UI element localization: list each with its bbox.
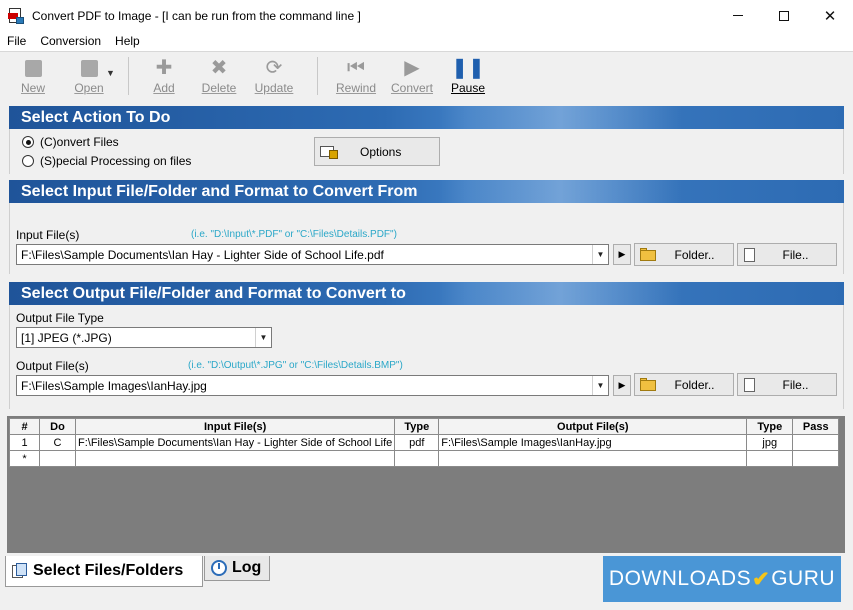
radio-button[interactable] xyxy=(22,136,34,148)
col-header-do[interactable]: Do xyxy=(39,418,76,435)
menu-help[interactable]: Help xyxy=(108,34,147,48)
cell-pass[interactable] xyxy=(792,434,840,451)
window-title: Convert PDF to Image - [I can be run fro… xyxy=(32,8,361,23)
radio-special-processing[interactable]: (S)pecial Processing on files xyxy=(22,154,191,168)
options-button[interactable]: Options xyxy=(314,137,440,166)
delete-button[interactable]: ✖ Delete xyxy=(194,52,244,95)
open-icon xyxy=(79,58,99,78)
maximize-button[interactable] xyxy=(761,0,807,31)
plus-icon: ✚ xyxy=(155,57,173,79)
cell-input-type[interactable]: pdf xyxy=(394,434,440,451)
radio-button[interactable] xyxy=(22,155,34,167)
play-icon: ▶ xyxy=(404,57,420,79)
tab-select-files-folders[interactable]: Select Files/Folders xyxy=(5,556,203,587)
convert-button[interactable]: ▶ Convert xyxy=(384,52,440,95)
cell-output-type[interactable]: jpg xyxy=(746,434,794,451)
folder-icon xyxy=(640,248,656,261)
play-icon: ▶ xyxy=(618,380,626,390)
cell-do[interactable] xyxy=(39,450,76,467)
menu-file[interactable]: File xyxy=(0,34,33,48)
delete-icon: ✖ xyxy=(210,57,228,79)
col-header-pass[interactable]: Pass xyxy=(792,418,840,435)
cell-number[interactable]: * xyxy=(9,450,40,467)
output-file-combo[interactable]: F:\Files\Sample Images\IanHay.jpg ▼ xyxy=(16,375,609,396)
menu-bar: File Conversion Help xyxy=(0,31,853,51)
input-panel: Input File(s) (i.e. "D:\Input\*.PDF" or … xyxy=(9,203,844,274)
input-file-combo[interactable]: F:\Files\Sample Documents\Ian Hay - Ligh… xyxy=(16,244,609,265)
cell-input[interactable] xyxy=(74,450,396,467)
clock-icon xyxy=(211,560,227,576)
new-button[interactable]: New xyxy=(8,52,58,95)
cell-output[interactable]: F:\Files\Sample Images\IanHay.jpg xyxy=(438,434,748,451)
col-header-input[interactable]: Input File(s) xyxy=(74,418,396,435)
cell-input-type[interactable] xyxy=(394,450,440,467)
rewind-button[interactable]: ⏮ Rewind xyxy=(328,52,384,95)
grid-header-row: # Do Input File(s) Type Output File(s) T… xyxy=(9,418,840,435)
toolbar: New Open ▼ ✚ Add ✖ Delete ⟳ Update ⏮ Rew… xyxy=(0,51,853,101)
output-go-button[interactable]: ▶ xyxy=(613,375,631,396)
pause-button[interactable]: ❚❚ Pause xyxy=(440,52,496,95)
output-files-label: Output File(s) xyxy=(16,359,89,373)
minimize-button[interactable] xyxy=(715,0,761,31)
menu-conversion[interactable]: Conversion xyxy=(33,34,108,48)
chevron-down-icon[interactable]: ▼ xyxy=(592,245,608,264)
radio-convert-files[interactable]: (C)onvert Files xyxy=(22,135,119,149)
cell-do[interactable]: C xyxy=(39,434,76,451)
output-folder-button[interactable]: Folder.. xyxy=(634,373,734,396)
input-go-button[interactable]: ▶ xyxy=(613,244,631,265)
action-panel: (C)onvert Files (S)pecial Processing on … xyxy=(9,129,844,174)
section-header-input: Select Input File/Folder and Format to C… xyxy=(9,180,844,203)
cell-pass[interactable] xyxy=(792,450,840,467)
input-hint: (i.e. "D:\Input\*.PDF" or "C:\Files\Deta… xyxy=(191,229,397,240)
input-files-label: Input File(s) xyxy=(16,228,80,242)
downloads-guru-watermark: DOWNLOADS ✔ GURU xyxy=(603,556,841,602)
table-row-new[interactable]: * xyxy=(9,450,840,467)
play-icon: ▶ xyxy=(618,249,626,259)
refresh-icon: ⟳ xyxy=(265,57,283,79)
col-header-number[interactable]: # xyxy=(9,418,40,435)
section-header-action: Select Action To Do xyxy=(9,106,844,129)
output-type-select[interactable]: [1] JPEG (*.JPG) ▼ xyxy=(16,327,272,348)
pause-icon: ❚❚ xyxy=(451,57,485,79)
add-button[interactable]: ✚ Add xyxy=(139,52,189,95)
folder-icon xyxy=(640,378,656,391)
cell-output-type[interactable] xyxy=(746,450,794,467)
output-panel: Output File Type [1] JPEG (*.JPG) ▼ Outp… xyxy=(9,305,844,409)
table-row[interactable]: 1 C F:\Files\Sample Documents\Ian Hay - … xyxy=(9,434,840,451)
new-icon xyxy=(23,58,43,78)
file-icon xyxy=(744,247,755,262)
chevron-down-icon[interactable]: ▼ xyxy=(255,328,271,347)
options-icon xyxy=(320,144,340,160)
title-bar: Convert PDF to Image - [I can be run fro… xyxy=(0,0,853,31)
toolbar-separator xyxy=(128,57,129,95)
file-grid-area[interactable]: # Do Input File(s) Type Output File(s) T… xyxy=(7,416,845,553)
toolbar-separator xyxy=(317,57,318,95)
output-file-button[interactable]: File.. xyxy=(737,373,837,396)
cell-output[interactable] xyxy=(438,450,748,467)
app-icon xyxy=(8,7,24,24)
output-type-label: Output File Type xyxy=(16,311,104,325)
close-button[interactable]: ✕ xyxy=(807,0,853,31)
file-grid[interactable]: # Do Input File(s) Type Output File(s) T… xyxy=(9,418,840,467)
update-button[interactable]: ⟳ Update xyxy=(249,52,299,95)
chevron-down-icon[interactable]: ▼ xyxy=(592,376,608,395)
open-dropdown-arrow[interactable]: ▼ xyxy=(106,68,118,78)
pages-icon xyxy=(12,563,28,579)
input-file-button[interactable]: File.. xyxy=(737,243,837,266)
input-folder-button[interactable]: Folder.. xyxy=(634,243,734,266)
download-check-icon: ✔ xyxy=(752,567,771,591)
tab-log[interactable]: Log xyxy=(204,556,270,581)
cell-input[interactable]: F:\Files\Sample Documents\Ian Hay - Ligh… xyxy=(74,434,396,451)
cell-number[interactable]: 1 xyxy=(9,434,40,451)
rewind-icon: ⏮ xyxy=(347,57,365,79)
file-icon xyxy=(744,377,755,392)
col-header-input-type[interactable]: Type xyxy=(394,418,440,435)
col-header-output-type[interactable]: Type xyxy=(746,418,794,435)
section-header-output: Select Output File/Folder and Format to … xyxy=(9,282,844,305)
output-hint: (i.e. "D:\Output\*.JPG" or "C:\Files\Det… xyxy=(188,360,403,371)
col-header-output[interactable]: Output File(s) xyxy=(438,418,748,435)
